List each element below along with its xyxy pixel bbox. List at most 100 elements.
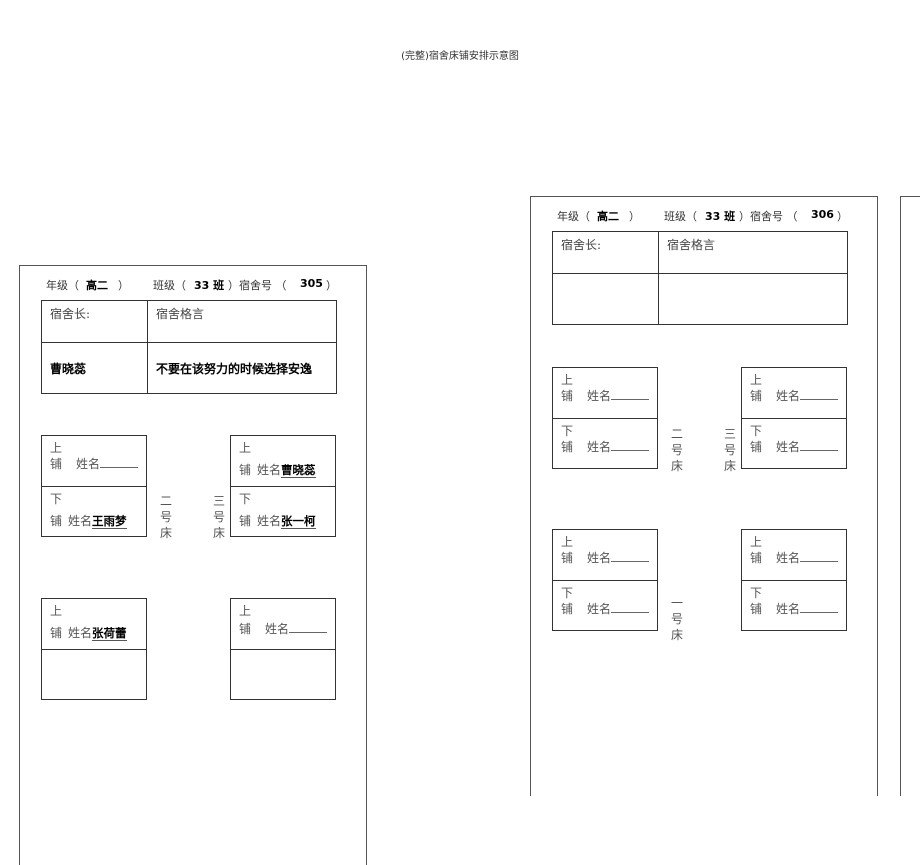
name-label: 姓名 [776,602,801,616]
leader-label: 宿舍长: [42,301,148,342]
grade-value: 高二 [597,210,619,223]
upper-bunk: 上 铺姓名 [742,530,846,580]
lower-bunk: 下 铺姓名 [742,580,846,630]
class-value: 33 班 [705,210,736,223]
class-label: 班级（ [664,210,697,223]
room-label: ）宿舍号 （ [739,210,798,223]
lower-label: 下 [50,492,63,506]
name-blank[interactable] [611,388,650,400]
bed-2: 上 铺姓名 下 铺姓名王雨梦 [41,435,147,537]
bunk-label: 铺 [239,514,252,528]
grade-value: 高二 [86,279,108,292]
name-label: 姓名 [776,440,801,454]
lower-bunk [231,649,335,699]
lower-bunk: 下 铺姓名 [553,580,657,630]
name-blank[interactable] [100,456,139,468]
room-label: ）宿舍号 （ [228,279,287,292]
bunk-label: 铺 [50,457,63,471]
name-label: 姓名 [68,626,93,640]
grade-label: 年级（ [557,210,590,223]
name-label: 姓名 [776,551,801,565]
bed-2-label: 二号床 [670,427,683,473]
class-label: 班级（ [153,279,186,292]
name-blank[interactable] [611,601,650,613]
bed-2-label: 二号床 [159,494,172,540]
name-blank[interactable] [800,601,839,613]
bunk-label: 铺 [239,463,252,477]
name-blank[interactable] [611,550,650,562]
name-label: 姓名 [587,440,612,454]
bunk-label: 铺 [561,440,574,454]
upper-bunk: 上 铺姓名张荷蕾 [42,599,146,649]
lower-bunk: 下 铺姓名王雨梦 [42,486,146,536]
lower-label: 下 [750,424,763,438]
grade-close: ） [118,279,129,292]
document-title: (完整)宿舍床铺安排示意图 [401,51,519,62]
lower-label: 下 [239,492,252,506]
bed-3: 上 铺姓名 下 铺姓名 [741,367,847,469]
dorm-info-table: 宿舍长: 宿舍格言 曹晓蕊 不要在该努力的时候选择安逸 [41,300,337,394]
upper-bunk: 上 铺姓名 [742,368,846,418]
room-value: 305 [300,277,323,290]
motto-label: 宿舍格言 [156,307,205,321]
upper-bunk: 上 铺姓名 [553,368,657,418]
bunk-label: 铺 [750,389,763,403]
upper-label: 上 [50,604,63,618]
name-blank[interactable] [800,388,839,400]
student-name: 张荷蕾 [92,626,127,641]
upper-label: 上 [561,535,574,549]
bunk-label: 铺 [561,389,574,403]
bed-3-label: 三号床 [723,427,736,473]
name-label: 姓名 [257,514,282,528]
name-blank[interactable] [289,621,328,633]
motto-text[interactable] [659,274,847,324]
bunk-label: 铺 [50,514,63,528]
grade-close: ） [629,210,640,223]
lower-bunk [42,649,146,699]
upper-label: 上 [750,535,763,549]
class-value: 33 班 [194,279,225,292]
leader-label: 宿舍长: [553,232,659,273]
bed-2: 上 铺姓名 下 铺姓名 [552,367,658,469]
upper-bunk: 上 铺姓名 [231,599,335,649]
student-name: 曹晓蕊 [281,463,316,478]
name-label: 姓名 [587,389,612,403]
dorm-info-table: 宿舍长: 宿舍格言 [552,231,848,325]
bed-4: 上 铺姓名 [230,598,336,700]
name-label: 姓名 [265,622,290,636]
name-blank[interactable] [800,439,839,451]
student-name: 张一柯 [281,514,316,529]
bed-1-label: 一号床 [670,596,683,642]
room-value: 306 [811,208,834,221]
upper-bunk: 上 铺姓名曹晓蕊 [231,436,335,486]
bed-3: 上 铺姓名曹晓蕊 下 铺姓名张一柯 [230,435,336,537]
name-label: 姓名 [776,389,801,403]
bunk-label: 铺 [750,602,763,616]
bunk-label: 铺 [239,622,252,636]
lower-label: 下 [561,424,574,438]
upper-bunk: 上 铺姓名 [42,436,146,486]
bunk-label: 铺 [561,551,574,565]
dorm-panel-306: 年级（ 高二 ） 班级（ 33 班 ）宿舍号 （ 306 ） 宿舍长: 宿舍格言… [530,196,878,796]
lower-bunk: 下 铺姓名张一柯 [231,486,335,536]
bed-4: 上 铺姓名 下 铺姓名 [741,529,847,631]
upper-label: 上 [239,441,252,455]
lower-label: 下 [750,586,763,600]
dorm-panel-partial [900,196,920,796]
name-blank[interactable] [800,550,839,562]
student-name: 王雨梦 [92,514,127,529]
grade-label: 年级（ [46,279,79,292]
name-blank[interactable] [611,439,650,451]
leader-name[interactable] [553,274,659,324]
name-label: 姓名 [587,551,612,565]
lower-bunk: 下 铺姓名 [553,418,657,468]
upper-label: 上 [750,373,763,387]
bunk-label: 铺 [750,440,763,454]
name-label: 姓名 [587,602,612,616]
name-label: 姓名 [76,457,101,471]
bed-1: 上 铺姓名张荷蕾 [41,598,147,700]
upper-bunk: 上 铺姓名 [553,530,657,580]
bed-3-label: 三号床 [212,494,225,540]
leader-name: 曹晓蕊 [42,343,148,393]
upper-label: 上 [239,604,252,618]
